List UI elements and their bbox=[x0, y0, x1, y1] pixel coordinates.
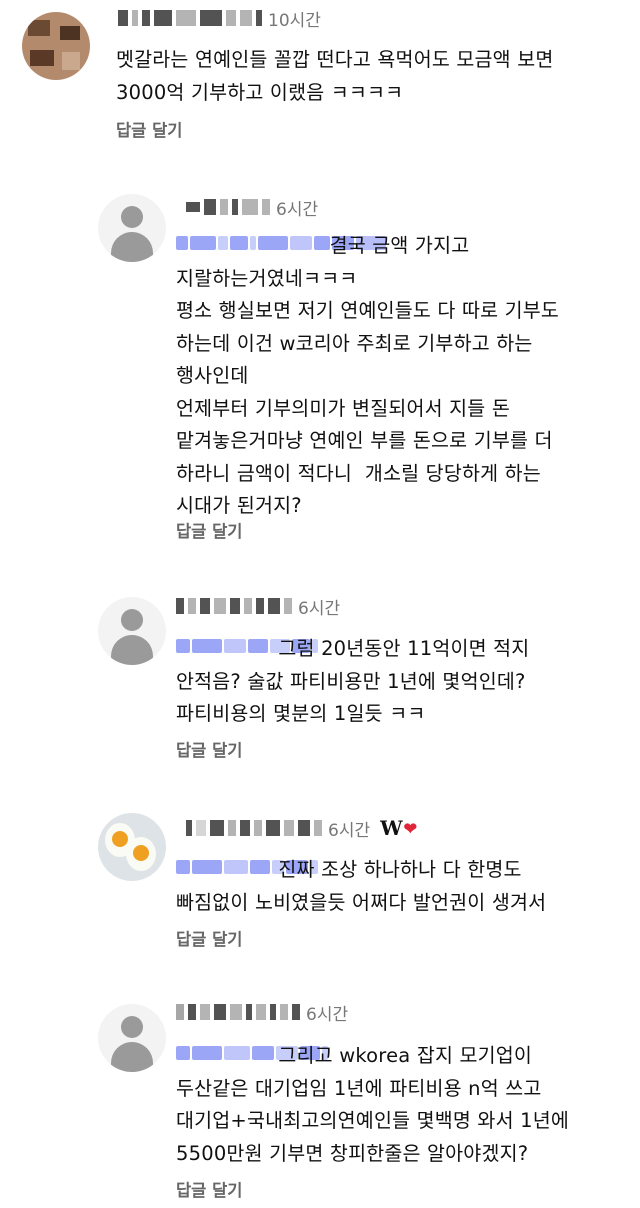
avatar[interactable] bbox=[98, 194, 166, 262]
comment-time: 10시간 bbox=[268, 10, 321, 31]
reply-button[interactable]: 답글 달기 bbox=[176, 1177, 242, 1201]
avatar[interactable] bbox=[98, 813, 166, 881]
username-blurred[interactable] bbox=[186, 819, 322, 837]
avatar[interactable] bbox=[98, 1004, 166, 1072]
reply-button[interactable]: 답글 달기 bbox=[176, 737, 242, 761]
heart-icon: ❤ bbox=[403, 818, 417, 838]
avatar[interactable] bbox=[22, 12, 90, 80]
username-row: 6시간 W ❤ bbox=[186, 814, 417, 842]
comment-text: 그럼 20년동안 11억이면 적지 안적음? 술값 파티비용만 1년에 몇억인데… bbox=[176, 637, 530, 725]
username-blurred[interactable] bbox=[118, 9, 262, 27]
reply-button[interactable]: 답글 달기 bbox=[176, 518, 242, 542]
comment-time: 6시간 bbox=[276, 199, 319, 220]
comment-text: 진짜 조상 하나하나 다 한명도 빠짐없이 노비였을듯 어쩌다 발언권이 생겨서 bbox=[176, 858, 547, 914]
comment-time: 6시간 bbox=[306, 1004, 349, 1025]
username-blurred[interactable] bbox=[186, 198, 270, 216]
username-blurred[interactable] bbox=[176, 1003, 300, 1021]
reply-button[interactable]: 답글 달기 bbox=[116, 117, 182, 141]
avatar[interactable] bbox=[98, 597, 166, 665]
comment-text: 결국 금액 가지고 지랄하는거였네ㅋㅋㅋ 평소 행실보면 저기 연예인들도 다 … bbox=[176, 234, 560, 517]
username-row: 10시간 bbox=[118, 4, 321, 32]
comment-text: 멧갈라는 연예인들 꼴깝 떤다고 욕먹어도 모금액 보면 3000억 기부하고 … bbox=[116, 48, 554, 104]
username-blurred[interactable] bbox=[176, 597, 292, 615]
wkorea-badge: W ❤ bbox=[380, 816, 417, 840]
username-row: 6시간 bbox=[176, 592, 340, 620]
reply-button[interactable]: 답글 달기 bbox=[176, 926, 242, 950]
comment-time: 6시간 bbox=[298, 598, 341, 619]
comment-text: 그리고 wkorea 잡지 모기업이 두산같은 대기업임 1년에 파티비용 n억… bbox=[176, 1044, 570, 1165]
comment-time: 6시간 bbox=[328, 820, 371, 841]
username-row: 6시간 bbox=[176, 998, 348, 1026]
username-row: 6시간 bbox=[186, 193, 318, 221]
badge-letter: W bbox=[380, 816, 403, 840]
